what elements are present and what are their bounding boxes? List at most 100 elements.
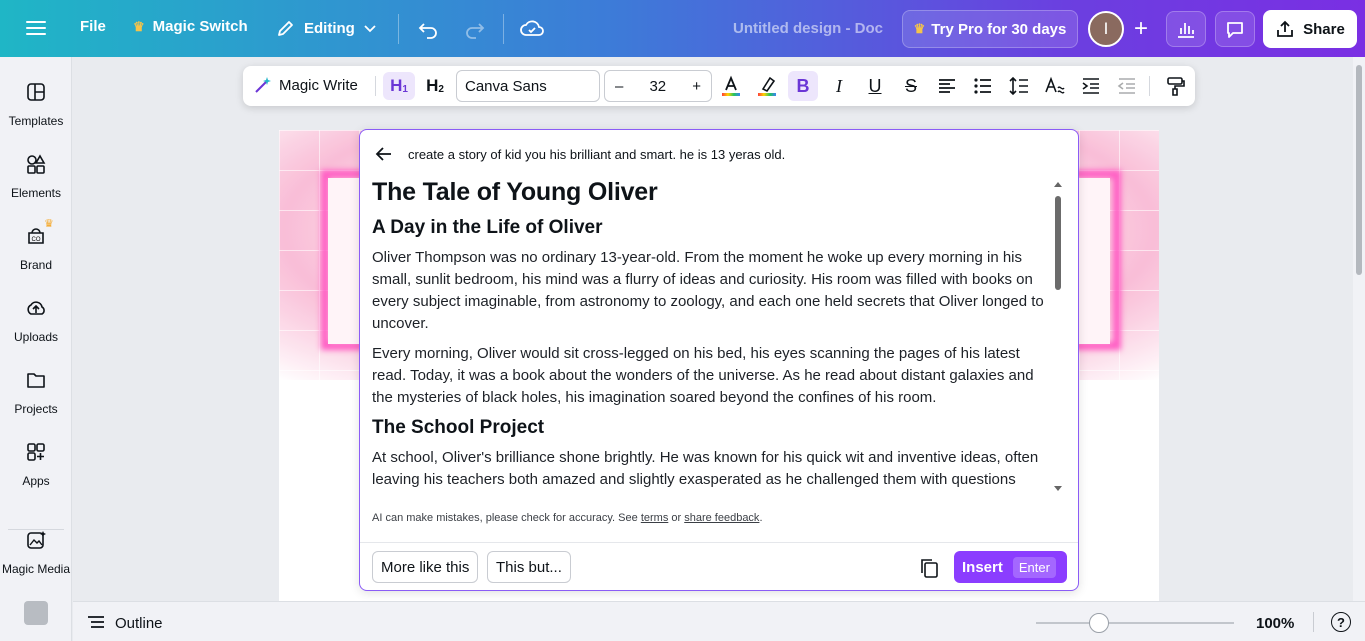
magic-switch-label: Magic Switch — [153, 18, 248, 35]
highlight-color-button[interactable] — [755, 74, 779, 98]
editing-label: Editing — [304, 20, 355, 37]
magic-wand-icon — [253, 75, 273, 95]
ai-disclaimer: AI can make mistakes, please check for a… — [372, 512, 763, 524]
align-left-button[interactable] — [935, 74, 959, 98]
sidebar-item-templates[interactable]: Templates — [0, 81, 72, 128]
h2-label: H — [426, 76, 438, 96]
sidebar-item-label: Magic Media — [0, 562, 72, 576]
bottom-divider — [1313, 612, 1314, 632]
sidebar-item-magic-media[interactable]: Magic Media — [0, 529, 72, 576]
strikethrough-button[interactable]: S — [899, 74, 923, 98]
folder-icon — [25, 369, 47, 391]
share-feedback-link[interactable]: share feedback — [684, 512, 759, 524]
svg-text:CO: CO — [32, 237, 41, 243]
sidebar-item-brand[interactable]: CO Brand — [0, 225, 72, 272]
avatar[interactable]: I — [1088, 11, 1124, 47]
avatar-initial: I — [1104, 19, 1109, 39]
more-like-this-button[interactable]: More like this — [372, 551, 478, 583]
text-effects-button[interactable] — [1043, 74, 1067, 98]
copy-style-button[interactable] — [1163, 74, 1187, 98]
bar-chart-icon — [1175, 18, 1197, 40]
sidebar-item-elements[interactable]: Elements — [0, 153, 72, 200]
paragraph: Every morning, Oliver would sit cross-le… — [372, 343, 1052, 409]
section-heading: A Day in the Life of Oliver — [372, 217, 1052, 239]
bullet-list-button[interactable] — [971, 74, 995, 98]
share-button[interactable]: Share — [1263, 10, 1357, 48]
underline-button[interactable]: U — [863, 74, 887, 98]
outline-list-icon — [87, 614, 105, 632]
scroll-down-arrow-icon[interactable] — [1054, 486, 1062, 491]
increase-font-size-button[interactable]: + — [692, 78, 701, 95]
insert-label: Insert — [962, 559, 1003, 576]
scrollbar-thumb[interactable] — [1356, 65, 1362, 275]
sidebar-item-apps[interactable]: Apps — [0, 441, 72, 488]
elements-icon — [25, 153, 47, 175]
indent-icon — [1081, 76, 1101, 96]
comments-button[interactable] — [1215, 11, 1255, 47]
sidebar-item-label: Apps — [0, 474, 72, 488]
help-icon: ? — [1337, 615, 1345, 630]
this-but-button[interactable]: This but... — [487, 551, 571, 583]
zoom-level[interactable]: 100% — [1256, 615, 1294, 632]
document-title[interactable]: Untitled design - Doc — [733, 20, 883, 37]
sidebar-item-uploads[interactable]: Uploads — [0, 297, 72, 344]
brand-icon: CO — [25, 225, 47, 247]
outdent-button[interactable] — [1115, 74, 1139, 98]
scrollbar-thumb[interactable] — [1055, 196, 1061, 290]
bullet-list-icon — [973, 76, 993, 96]
upload-cloud-icon — [25, 297, 47, 319]
magic-media-icon — [25, 529, 47, 551]
outline-button[interactable]: Outline — [87, 614, 163, 632]
font-size-stepper[interactable]: – 32 + — [604, 70, 712, 102]
line-spacing-button[interactable] — [1007, 74, 1031, 98]
analytics-button[interactable] — [1166, 11, 1206, 47]
highlighter-icon — [755, 74, 779, 98]
file-menu-button[interactable]: File — [80, 18, 106, 35]
magic-write-button[interactable]: Magic Write — [253, 75, 358, 95]
hamburger-menu-icon[interactable] — [24, 17, 48, 41]
heading-1-button[interactable]: H1 — [383, 72, 415, 100]
h2-sub: 2 — [438, 84, 444, 95]
decrease-font-size-button[interactable]: – — [615, 78, 623, 95]
toolbar-divider — [503, 14, 504, 44]
bold-button[interactable]: B — [788, 71, 818, 101]
terms-link[interactable]: terms — [641, 512, 669, 524]
paint-roller-icon — [1165, 76, 1185, 96]
align-left-icon — [937, 76, 957, 96]
try-pro-button[interactable]: ♛ Try Pro for 30 days — [902, 10, 1078, 48]
sidebar-item-label: Brand — [0, 258, 72, 272]
sidebar-item-projects[interactable]: Projects — [0, 369, 72, 416]
text-color-button[interactable] — [719, 74, 743, 98]
magic-switch-button[interactable]: ♛ Magic Switch — [133, 18, 248, 35]
zoom-slider-handle[interactable] — [1089, 613, 1109, 633]
redo-icon[interactable] — [464, 18, 486, 40]
insert-button[interactable]: Insert Enter — [954, 551, 1067, 583]
sidebar-item-label: Templates — [0, 114, 72, 128]
scroll-up-arrow-icon[interactable] — [1054, 182, 1062, 187]
crown-icon: ♛ — [133, 19, 145, 35]
create-with-thumbnail[interactable] — [24, 601, 48, 625]
story-title: The Tale of Young Oliver — [372, 178, 1052, 207]
indent-button[interactable] — [1079, 74, 1103, 98]
help-button[interactable]: ? — [1331, 612, 1351, 632]
back-arrow-icon[interactable] — [374, 144, 394, 164]
editing-mode-button[interactable]: Editing — [276, 18, 377, 38]
templates-icon — [25, 81, 47, 103]
font-size-value[interactable]: 32 — [649, 78, 666, 95]
add-collaborator-button[interactable]: + — [1124, 11, 1158, 47]
text-color-icon — [719, 74, 743, 98]
paragraph: At school, Oliver's brilliance shone bri… — [372, 447, 1052, 491]
cloud-saved-icon[interactable] — [520, 17, 544, 41]
toolbar-divider — [398, 14, 399, 44]
canvas-scrollbar[interactable] — [1353, 57, 1365, 601]
copy-icon[interactable] — [918, 557, 940, 579]
heading-2-button[interactable]: H2 — [419, 72, 451, 100]
undo-icon[interactable] — [417, 18, 439, 40]
h1-sub: 1 — [402, 84, 408, 95]
font-family-select[interactable]: Canva Sans — [456, 70, 600, 102]
italic-button[interactable]: I — [827, 74, 851, 98]
zoom-slider-track[interactable] — [1036, 622, 1234, 624]
sidebar-item-label: Projects — [0, 402, 72, 416]
chevron-down-icon — [363, 21, 377, 35]
sidebar-item-label: Uploads — [0, 330, 72, 344]
